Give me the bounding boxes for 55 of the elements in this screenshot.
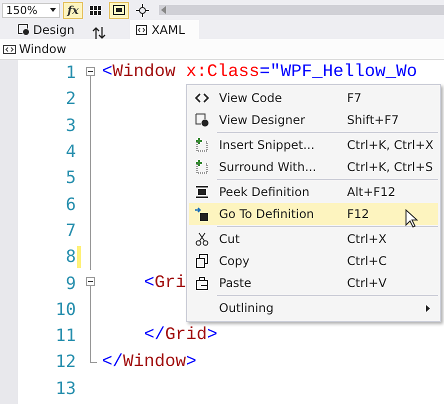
scissors-icon bbox=[195, 232, 209, 246]
code-icon bbox=[136, 24, 148, 34]
code-icon bbox=[195, 91, 209, 105]
line-number: 1 bbox=[64, 63, 76, 84]
menu-item[interactable]: View Designer Shift+F7 bbox=[189, 109, 438, 131]
design-tab[interactable]: Design bbox=[10, 20, 82, 39]
swap-icon[interactable] bbox=[92, 27, 106, 39]
menu-item[interactable]: Outlining bbox=[189, 297, 438, 319]
code-line: <Window x:Class="WPF_Hellow_Wo bbox=[102, 64, 418, 82]
menu-item[interactable]: Paste Ctrl+V bbox=[189, 272, 438, 294]
menu-item[interactable]: Go To Definition F12 bbox=[189, 203, 438, 225]
zoom-dropdown[interactable]: 150% bbox=[2, 2, 60, 18]
collapse-icon[interactable] bbox=[86, 67, 95, 76]
designer-icon bbox=[18, 24, 29, 35]
snippet-icon bbox=[195, 138, 209, 152]
menu-item[interactable]: Copy Ctrl+C bbox=[189, 250, 438, 272]
line-number: 7 bbox=[64, 220, 76, 241]
line-number: 13 bbox=[54, 378, 76, 399]
line-number: 12 bbox=[54, 352, 76, 372]
crosshair-icon bbox=[136, 4, 148, 16]
grid-icon bbox=[90, 6, 102, 14]
designer-icon bbox=[195, 113, 209, 127]
go-to-icon bbox=[195, 207, 209, 221]
collapse-icon[interactable] bbox=[86, 277, 95, 286]
line-number: 9 bbox=[64, 274, 76, 294]
mouse-pointer-icon bbox=[405, 208, 418, 228]
xaml-tab[interactable]: XAML bbox=[130, 20, 199, 39]
submenu-arrow-icon bbox=[426, 304, 430, 312]
breadcrumb-text: Window bbox=[19, 42, 66, 56]
snap-button[interactable] bbox=[109, 2, 129, 18]
menu-item[interactable]: View Code F7 bbox=[189, 87, 438, 109]
line-number: 8 bbox=[64, 247, 76, 268]
menu-item[interactable]: Peek Definition Alt+F12 bbox=[189, 181, 438, 203]
element-icon bbox=[3, 44, 16, 54]
line-number: 3 bbox=[64, 116, 76, 136]
line-number: 6 bbox=[64, 194, 76, 215]
snap-icon bbox=[113, 5, 125, 15]
menu-item[interactable]: Cut Ctrl+X bbox=[189, 228, 438, 250]
snippet-icon bbox=[195, 160, 209, 174]
copy-icon bbox=[195, 254, 209, 268]
line-number: 10 bbox=[54, 300, 76, 320]
code-line: <Gri bbox=[143, 274, 186, 292]
dropdown-arrow-icon bbox=[50, 8, 56, 12]
code-line: </Window> bbox=[102, 354, 197, 372]
menu-item[interactable]: Surround With... Ctrl+K, Ctrl+S bbox=[189, 156, 438, 178]
scroll-bar[interactable] bbox=[159, 5, 444, 15]
menu-item[interactable]: Insert Snippet... Ctrl+K, Ctrl+X bbox=[189, 134, 438, 156]
line-number: 2 bbox=[64, 89, 76, 110]
code-line: </Grid> bbox=[143, 327, 218, 345]
line-number: 4 bbox=[64, 142, 76, 162]
line-number: 11 bbox=[54, 326, 76, 346]
peek-icon bbox=[195, 185, 209, 199]
line-number: 5 bbox=[64, 168, 76, 188]
fx-button[interactable]: fx bbox=[63, 2, 83, 18]
clipboard-icon bbox=[195, 276, 209, 290]
